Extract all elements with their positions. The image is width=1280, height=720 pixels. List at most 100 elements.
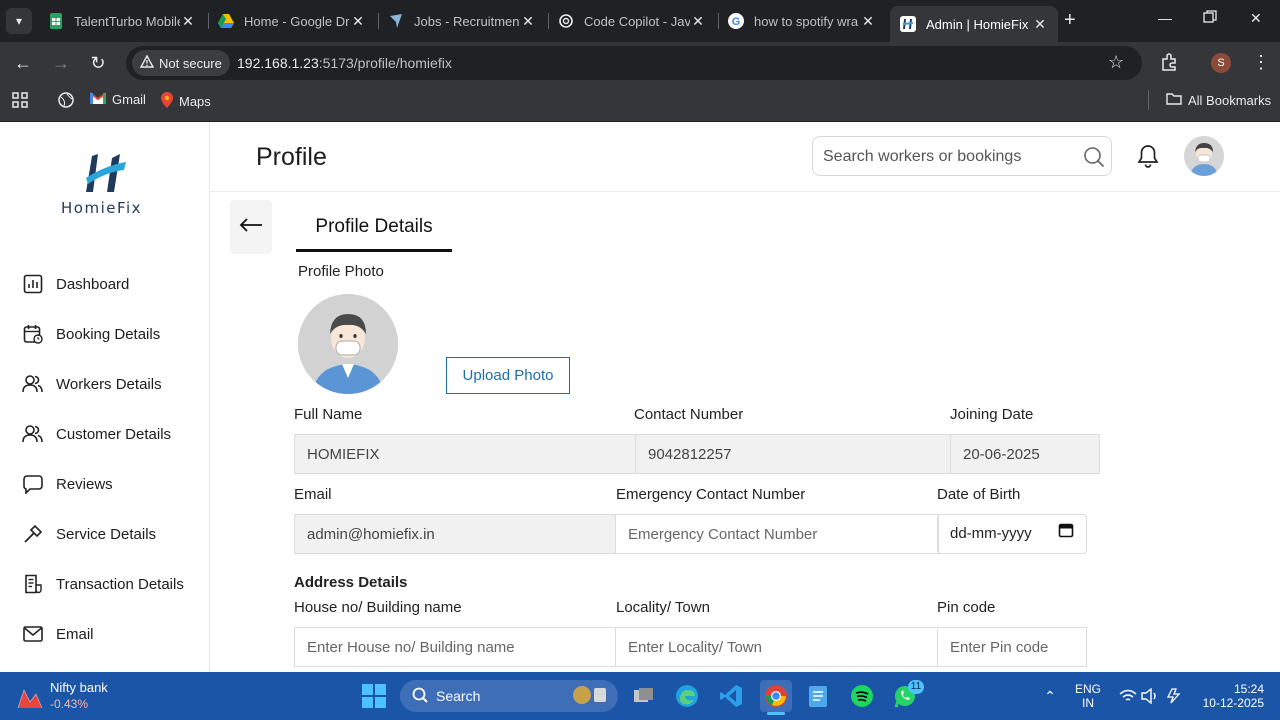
window-close-icon[interactable]: ✕	[1250, 10, 1262, 27]
customer-icon	[22, 423, 44, 445]
upload-photo-button[interactable]: Upload Photo	[446, 357, 570, 394]
bookmark-star-icon[interactable]: ☆	[1108, 52, 1124, 73]
notification-bell-icon[interactable]	[1137, 144, 1159, 173]
all-bookmarks[interactable]: All Bookmarks	[1166, 92, 1271, 108]
url-host: 192.168.1.23	[237, 55, 319, 71]
menu-icon[interactable]: ⋮	[1252, 52, 1270, 73]
new-tab-icon[interactable]: +	[1064, 10, 1076, 30]
sidebar-item-label: Booking Details	[56, 325, 161, 343]
chat-icon	[22, 473, 44, 495]
joining-date-field[interactable]	[950, 434, 1100, 474]
vscode-icon[interactable]	[717, 682, 745, 710]
locality-field[interactable]	[615, 627, 939, 667]
bookmark-maps[interactable]: Maps	[161, 92, 211, 111]
windows-start-icon[interactable]	[360, 682, 388, 710]
full-name-field[interactable]	[294, 434, 636, 474]
restore-icon[interactable]	[1203, 10, 1217, 27]
profile-avatar[interactable]: S	[1211, 53, 1231, 73]
bookmark-label: Maps	[179, 94, 211, 109]
sidebar-item-service-details[interactable]: Service Details	[22, 522, 156, 546]
sidebar-item-dashboard[interactable]: Dashboard	[22, 272, 129, 296]
close-icon[interactable]: ✕	[860, 13, 876, 30]
email-field[interactable]	[294, 514, 618, 554]
user-avatar[interactable]	[1184, 136, 1224, 176]
house-label: House no/ Building name	[294, 599, 462, 616]
taskbar-search[interactable]: Search	[400, 680, 618, 712]
security-indicator[interactable]: Not secure	[132, 50, 230, 76]
close-icon[interactable]: ✕	[350, 13, 366, 30]
chevron-up-icon[interactable]: ⌃	[1036, 682, 1064, 710]
homiefix-logo-icon[interactable]	[82, 152, 128, 196]
emergency-contact-label: Emergency Contact Number	[616, 486, 806, 503]
sidebar-item-label: Customer Details	[56, 425, 172, 443]
browser-tab[interactable]: TalentTurbo Mobile ✕	[38, 6, 206, 36]
browser-tab[interactable]: Home - Google Dr ✕	[208, 6, 376, 36]
joining-date-label: Joining Date	[950, 406, 1034, 423]
browser-tab[interactable]: G how to spotify wra ✕	[718, 6, 886, 36]
all-bookmarks-label: All Bookmarks	[1188, 92, 1272, 108]
globe-icon[interactable]	[58, 92, 74, 108]
battery-icon[interactable]	[1160, 682, 1188, 710]
mail-icon	[22, 623, 44, 645]
search-icon	[412, 687, 428, 706]
pin-code-field[interactable]	[937, 627, 1087, 667]
search-icon[interactable]	[1083, 146, 1105, 173]
drive-icon	[218, 13, 234, 29]
clock-date: 10-12-2025	[1202, 696, 1264, 710]
browser-tab[interactable]: Jobs - Recruitment ✕	[378, 6, 546, 36]
sidebar-item-email[interactable]: Email	[22, 622, 94, 646]
task-view-icon[interactable]	[630, 682, 658, 710]
widget-value: -0.43%	[50, 697, 89, 711]
emergency-contact-field[interactable]	[615, 514, 939, 554]
stock-chart-icon[interactable]	[14, 680, 46, 714]
arrow-left-icon	[239, 217, 263, 238]
close-icon[interactable]: ✕	[520, 13, 536, 30]
reload-icon[interactable]: ↻	[87, 52, 109, 74]
tab-search-button[interactable]: ▾	[6, 8, 32, 34]
sidebar-item-reviews[interactable]: Reviews	[22, 472, 113, 496]
clock[interactable]: 15:24 10-12-2025	[1196, 682, 1264, 710]
tab-title: Admin | HomieFix	[926, 16, 1029, 32]
language-indicator[interactable]: ENG IN	[1070, 682, 1106, 710]
close-icon[interactable]: ✕	[180, 13, 196, 30]
search-input[interactable]	[823, 145, 1073, 169]
notepad-icon[interactable]	[804, 682, 832, 710]
date-of-birth-field[interactable]: dd-mm-yyyy	[937, 514, 1087, 554]
close-icon[interactable]: ✕	[1032, 16, 1048, 33]
bookmark-gmail[interactable]: Gmail	[89, 92, 146, 107]
browser-tab[interactable]: Code Copilot - Jav ✕	[548, 6, 716, 36]
house-field[interactable]	[294, 627, 618, 667]
back-icon[interactable]: ←	[12, 52, 34, 74]
calendar-icon	[22, 323, 44, 345]
url-text[interactable]: 192.168.1.23:5173/profile/homiefix	[237, 55, 452, 71]
minimize-icon[interactable]: —	[1158, 10, 1172, 26]
address-details-title: Address Details	[294, 574, 408, 591]
search-box	[812, 136, 1112, 176]
tab-profile-details[interactable]: Profile Details	[296, 214, 452, 252]
sidebar-item-customer-details[interactable]: Customer Details	[22, 422, 171, 446]
apps-icon[interactable]	[12, 92, 28, 108]
sidebar-item-workers-details[interactable]: Workers Details	[22, 372, 162, 396]
back-button[interactable]	[230, 200, 272, 254]
url-path: :5173/profile/homiefix	[318, 55, 452, 71]
spotify-icon[interactable]	[848, 682, 876, 710]
homiefix-icon	[900, 16, 916, 32]
calendar-picker-icon[interactable]	[1058, 514, 1074, 554]
sidebar-item-transaction-details[interactable]: Transaction Details	[22, 572, 184, 596]
svg-text:G: G	[732, 16, 741, 28]
contact-number-label: Contact Number	[634, 406, 744, 423]
bookmarks-divider	[1148, 90, 1149, 110]
edge-icon[interactable]	[673, 682, 701, 710]
widget-title[interactable]: Nifty bank	[50, 681, 108, 695]
close-icon[interactable]: ✕	[690, 13, 706, 30]
google-icon: G	[728, 13, 744, 29]
sidebar-item-booking-details[interactable]: Booking Details	[22, 322, 160, 346]
extensions-icon[interactable]	[1160, 53, 1178, 76]
taskbar-search-label: Search	[436, 688, 481, 704]
contact-number-field[interactable]	[635, 434, 951, 474]
profile-photo-label: Profile Photo	[298, 263, 384, 280]
chrome-icon[interactable]	[760, 680, 792, 712]
email-label: Email	[294, 486, 332, 503]
browser-tab-active[interactable]: Admin | HomieFix ✕	[890, 6, 1058, 42]
forward-icon[interactable]: →	[50, 52, 72, 74]
